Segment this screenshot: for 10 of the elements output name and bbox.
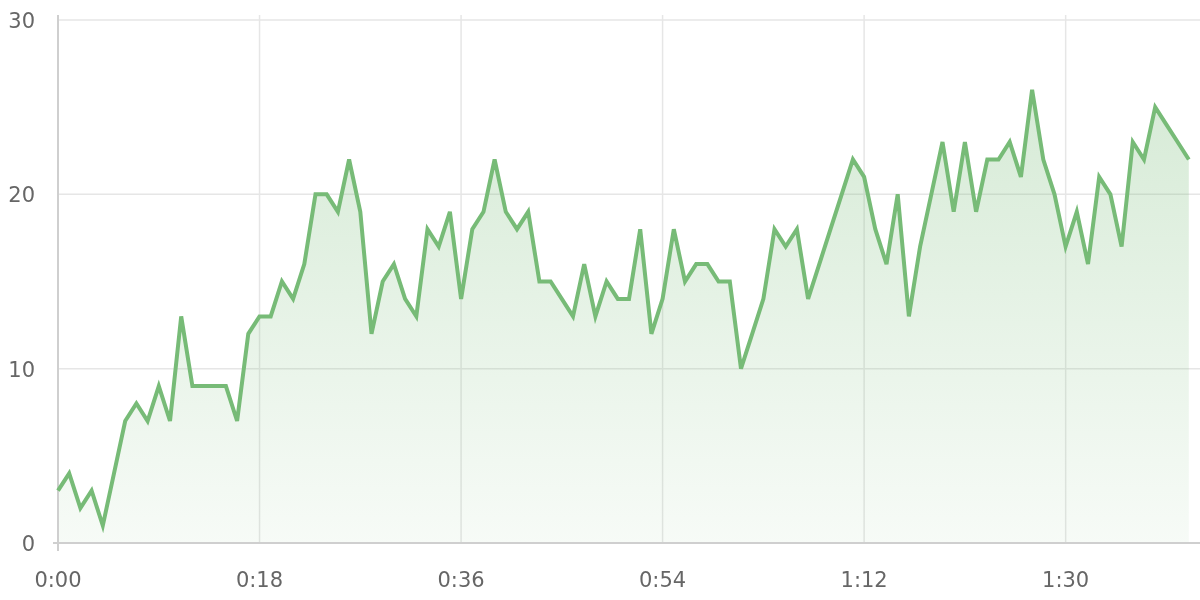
x-axis-label: 0:00 xyxy=(34,568,82,592)
x-axis-label: 0:18 xyxy=(235,568,284,592)
y-axis-label: 10 xyxy=(8,357,35,382)
x-axis-label: 1:30 xyxy=(1042,568,1090,592)
x-axis-label: 0:54 xyxy=(639,568,687,592)
x-axis-label: 1:12 xyxy=(840,568,888,592)
y-axis-label: 0 xyxy=(21,532,35,556)
y-axis-label: 20 xyxy=(8,183,35,208)
x-axis-label: 0:36 xyxy=(437,568,485,592)
y-axis-label: 30 xyxy=(8,9,35,33)
